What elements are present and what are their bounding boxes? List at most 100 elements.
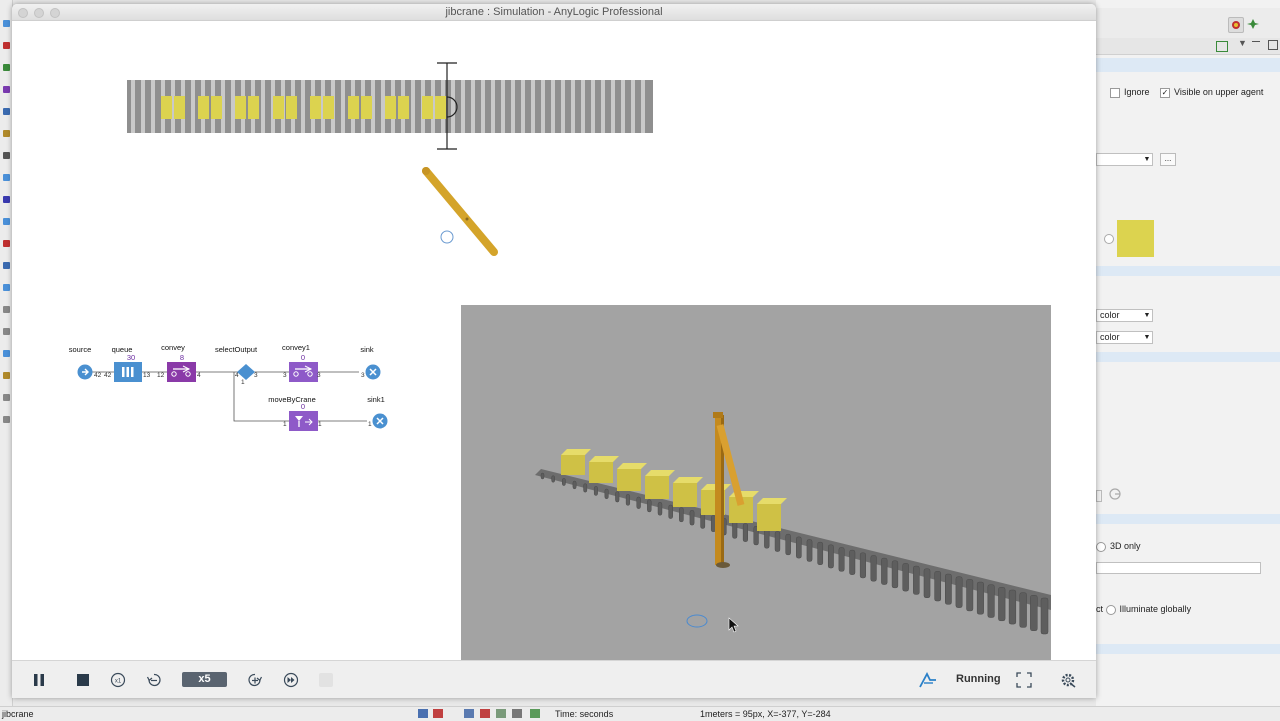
toolbar-button[interactable] — [1228, 17, 1244, 33]
convey1-block[interactable] — [289, 362, 318, 385]
connect-icon[interactable] — [496, 709, 506, 718]
tool-icon[interactable] — [3, 240, 10, 247]
virtual-time-button[interactable] — [282, 671, 300, 689]
ignore-checkbox[interactable] — [1110, 87, 1120, 98]
sink-block[interactable] — [365, 364, 381, 383]
convey-block[interactable] — [167, 362, 196, 385]
illuminate-row[interactable]: ct Illuminate globally — [1096, 604, 1191, 615]
maximize-icon[interactable] — [1268, 40, 1278, 50]
sink1-block[interactable] — [372, 413, 388, 432]
three-d-only-radio[interactable] — [1096, 541, 1106, 552]
time-units: Time: seconds — [555, 709, 614, 719]
color-dropdown-2[interactable]: color ▼ — [1096, 331, 1153, 344]
zoom-window-button[interactable] — [50, 8, 60, 18]
tool-icon[interactable] — [3, 218, 10, 225]
tool-icon[interactable] — [3, 130, 10, 137]
item-2d — [323, 96, 334, 119]
three-d-only-row[interactable]: 3D only — [1096, 541, 1141, 552]
jib-joint-2d — [465, 217, 469, 221]
tool-icon[interactable] — [3, 64, 10, 71]
ignore-checkbox-row[interactable]: Ignore — [1110, 87, 1150, 98]
roller-3d — [976, 581, 984, 615]
slow-down-icon — [146, 673, 161, 687]
color-dropdown-2-value: color — [1100, 332, 1120, 342]
measure-icon[interactable] — [530, 709, 540, 718]
chevron-down-icon[interactable]: ▼ — [1238, 38, 1247, 48]
tool-icon[interactable] — [3, 86, 10, 93]
crane-base-marker — [686, 614, 708, 628]
color-dropdown-1[interactable]: color ▼ — [1096, 309, 1153, 322]
speed-up-button[interactable] — [246, 671, 264, 689]
three-d-only-label: 3D only — [1110, 541, 1141, 551]
move-by-crane-block[interactable] — [289, 411, 318, 434]
minimize-icon[interactable] — [1252, 41, 1260, 42]
color-icon[interactable] — [480, 709, 490, 718]
disabled-button[interactable] — [317, 671, 335, 689]
refresh-icon[interactable] — [1109, 488, 1121, 500]
dropdown-field[interactable]: ▼ — [1096, 153, 1153, 166]
visible-upper-row[interactable]: ✓ Visible on upper agent — [1160, 87, 1263, 98]
roller-2d — [131, 80, 135, 133]
fullscreen-button[interactable] — [1015, 671, 1033, 689]
grid-icon[interactable] — [433, 709, 443, 718]
tool-icon[interactable] — [3, 262, 10, 269]
minimize-window-button[interactable] — [34, 8, 44, 18]
crane-base-2d — [440, 230, 454, 244]
speed-indicator[interactable]: x5 — [182, 672, 227, 687]
pause-icon — [34, 674, 44, 686]
illuminate-radio[interactable] — [1105, 604, 1116, 615]
process-flowchart: source 42 queue 30 42 13 convey 8 12 4 s… — [67, 339, 397, 439]
tool-icon[interactable] — [3, 350, 10, 357]
properties-panel: ▼ Ignore ✓ Visible on upper agent ▼ ... c… — [1096, 0, 1280, 706]
tool-icon[interactable] — [3, 174, 10, 181]
simulation-canvas[interactable]: source 42 queue 30 42 13 convey 8 12 4 s… — [12, 21, 1096, 660]
model-name: jibcrane — [2, 709, 34, 719]
tool-icon[interactable] — [3, 416, 10, 423]
select-out-count: 3 — [254, 372, 258, 379]
run-x1-button[interactable]: x1 — [109, 671, 127, 689]
roller-3d — [1008, 589, 1017, 625]
visible-upper-checkbox[interactable]: ✓ — [1160, 87, 1170, 98]
queue-block[interactable] — [114, 362, 142, 385]
stop-button[interactable] — [74, 671, 92, 689]
simulation-status: Running — [956, 673, 1001, 685]
ellipsis-button[interactable]: ... — [1160, 153, 1176, 166]
roller-2d — [451, 80, 455, 133]
slow-down-button[interactable] — [145, 671, 163, 689]
roller-2d — [501, 80, 505, 133]
roller-2d — [151, 80, 155, 133]
tool-icon[interactable] — [3, 328, 10, 335]
tool-icon[interactable] — [3, 152, 10, 159]
settings-button[interactable] — [1059, 671, 1077, 689]
text-field[interactable] — [1096, 562, 1261, 574]
tool-icon[interactable] — [3, 306, 10, 313]
tool-icon[interactable] — [3, 372, 10, 379]
crane-in-count: 1 — [283, 421, 287, 428]
view-3d[interactable] — [461, 305, 1051, 660]
new-window-icon[interactable] — [1216, 41, 1228, 52]
snap-icon[interactable] — [464, 709, 474, 718]
item-3d-top — [645, 470, 675, 476]
item-3d — [757, 504, 781, 531]
select-output-block[interactable] — [237, 364, 255, 383]
source-label: source — [68, 345, 92, 354]
axis-icon[interactable] — [512, 709, 522, 718]
radio-button[interactable] — [1104, 234, 1114, 244]
tool-icon[interactable] — [3, 196, 10, 203]
tool-icon[interactable] — [3, 284, 10, 291]
debug-icon[interactable] — [1246, 17, 1260, 31]
tool-icon[interactable] — [3, 42, 10, 49]
close-window-button[interactable] — [18, 8, 28, 18]
color-swatch[interactable] — [1117, 220, 1154, 257]
tool-icon[interactable] — [3, 108, 10, 115]
source-block[interactable] — [77, 364, 93, 383]
roller-2d — [481, 80, 485, 133]
developer-panel-button[interactable] — [918, 671, 936, 689]
roller-3d — [966, 579, 974, 612]
tool-icon[interactable] — [3, 394, 10, 401]
tool-icon[interactable] — [3, 20, 10, 27]
roller-3d — [934, 571, 942, 602]
pause-button[interactable] — [30, 671, 48, 689]
item-3d-top — [617, 463, 647, 469]
layout-icon[interactable] — [418, 709, 428, 718]
